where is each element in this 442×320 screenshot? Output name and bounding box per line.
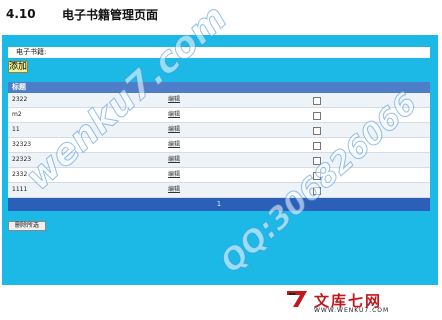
table-row: 1111 编辑 <box>8 183 430 198</box>
add-button[interactable]: 添加 <box>8 61 28 73</box>
row-title: 2332 <box>12 171 28 178</box>
seven-logo-icon <box>287 291 307 307</box>
table-row: 11 编辑 <box>8 123 430 138</box>
edit-link[interactable]: 编辑 <box>168 123 180 137</box>
table-row: 2322 编辑 <box>8 93 430 108</box>
section-number: 4.10 <box>6 7 36 21</box>
row-title: 22323 <box>12 156 32 163</box>
row-title: m2 <box>12 111 22 118</box>
edit-link[interactable]: 编辑 <box>168 153 180 167</box>
ebook-name-field[interactable]: 电子书籍: <box>8 47 430 58</box>
table-row: 2332 编辑 <box>8 168 430 183</box>
edit-link[interactable]: 编辑 <box>168 108 180 122</box>
edit-link[interactable]: 编辑 <box>168 183 180 197</box>
table-rows: 2322 编辑 m2 编辑 11 编辑 32323 编辑 22323 编辑 23… <box>8 93 430 198</box>
table-row: 22323 编辑 <box>8 153 430 168</box>
pagination-bar: 1 <box>8 198 430 211</box>
table-row: 32323 编辑 <box>8 138 430 153</box>
section-title: 电子书籍管理页面 <box>62 7 159 22</box>
row-checkbox[interactable] <box>313 97 321 105</box>
row-title: 32323 <box>12 141 32 148</box>
row-checkbox[interactable] <box>313 142 321 150</box>
ebook-management-panel: 电子书籍: 添加 标题 2322 编辑 m2 编辑 11 编辑 32323 编辑 <box>2 35 438 285</box>
ebook-table: 标题 2322 编辑 m2 编辑 11 编辑 32323 编辑 22323 编辑… <box>8 82 430 211</box>
row-checkbox[interactable] <box>313 112 321 120</box>
ebook-name-label: 电子书籍: <box>16 48 47 56</box>
row-checkbox[interactable] <box>313 172 321 180</box>
page-number-link[interactable]: 1 <box>217 200 221 208</box>
table-row: m2 编辑 <box>8 108 430 123</box>
row-checkbox[interactable] <box>313 187 321 195</box>
edit-link[interactable]: 编辑 <box>168 93 180 107</box>
delete-selected-button[interactable]: 删除所选 <box>8 221 46 231</box>
footer-logo: 文库七网 WWW.WENKU7.COM <box>278 289 430 316</box>
row-title: 1111 <box>12 186 28 193</box>
row-checkbox[interactable] <box>313 157 321 165</box>
table-header-title: 标题 <box>8 82 430 93</box>
edit-link[interactable]: 编辑 <box>168 168 180 182</box>
row-title: 11 <box>12 126 20 133</box>
row-checkbox[interactable] <box>313 127 321 135</box>
edit-link[interactable]: 编辑 <box>168 138 180 152</box>
document-heading: 4.10 电子书籍管理页面 <box>6 6 158 22</box>
logo-url: WWW.WENKU7.COM <box>314 307 390 314</box>
row-title: 2322 <box>12 96 28 103</box>
